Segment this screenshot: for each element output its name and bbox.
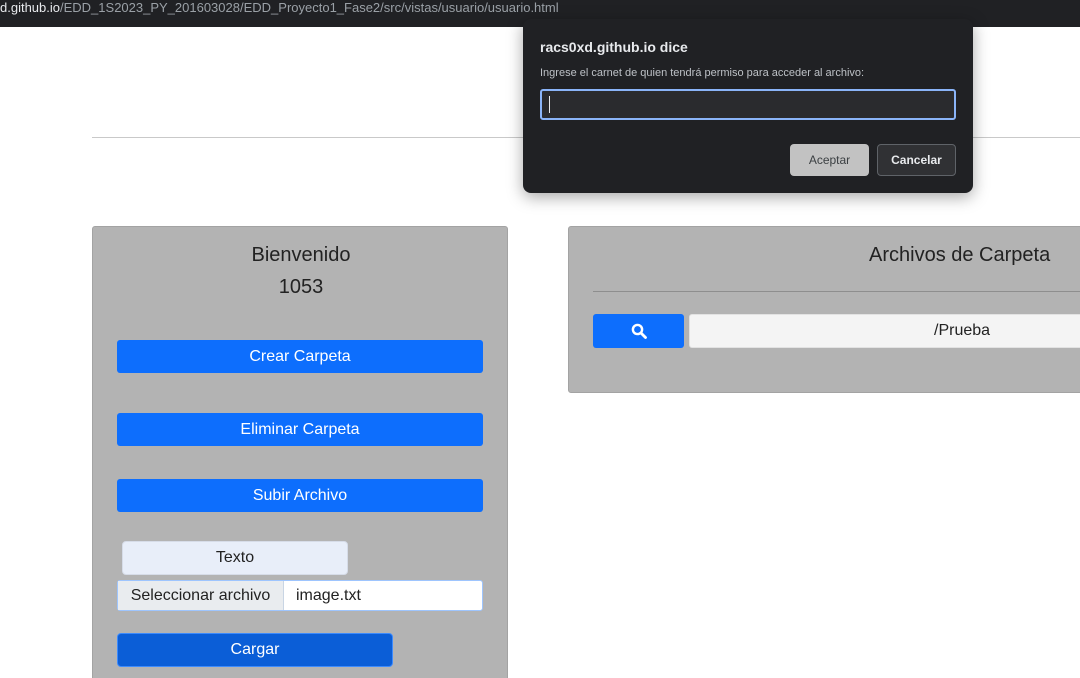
folder-files-divider <box>593 291 1080 292</box>
create-folder-button[interactable]: Crear Carpeta <box>117 340 483 373</box>
folder-path-input[interactable]: /Prueba <box>689 314 1080 348</box>
search-button[interactable] <box>593 314 684 348</box>
folder-files-title: Archivos de Carpeta <box>869 244 1051 266</box>
user-id: 1053 <box>278 276 324 298</box>
search-icon <box>631 323 647 339</box>
file-type-select[interactable]: Texto <box>122 541 348 575</box>
upload-file-button[interactable]: Subir Archivo <box>117 479 483 512</box>
load-button[interactable]: Cargar <box>117 633 393 667</box>
choose-file-button[interactable]: Seleccionar archivo <box>118 581 284 610</box>
dialog-title: racs0xd.github.io dice <box>540 39 688 55</box>
prompt-dialog: racs0xd.github.io dice Ingrese el carnet… <box>523 19 973 193</box>
welcome-heading: Bienvenido <box>251 244 351 266</box>
delete-folder-button[interactable]: Eliminar Carpeta <box>117 413 483 446</box>
dialog-message: Ingrese el carnet de quien tendrá permis… <box>540 67 865 79</box>
dialog-text-input[interactable] <box>540 89 956 120</box>
accept-button[interactable]: Aceptar <box>790 144 869 176</box>
user-panel: Bienvenido 1053 Crear Carpeta Eliminar C… <box>92 226 508 678</box>
folder-files-panel: Archivos de Carpeta /Prueba <box>568 226 1080 393</box>
text-caret <box>549 96 550 113</box>
selected-file-name: image.txt <box>296 587 361 604</box>
file-input[interactable]: Seleccionar archivo image.txt <box>117 580 483 611</box>
url-host: d.github.io <box>0 0 60 15</box>
url-path: /EDD_1S2023_PY_201603028/EDD_Proyecto1_F… <box>60 0 559 15</box>
cancel-button[interactable]: Cancelar <box>877 144 956 176</box>
